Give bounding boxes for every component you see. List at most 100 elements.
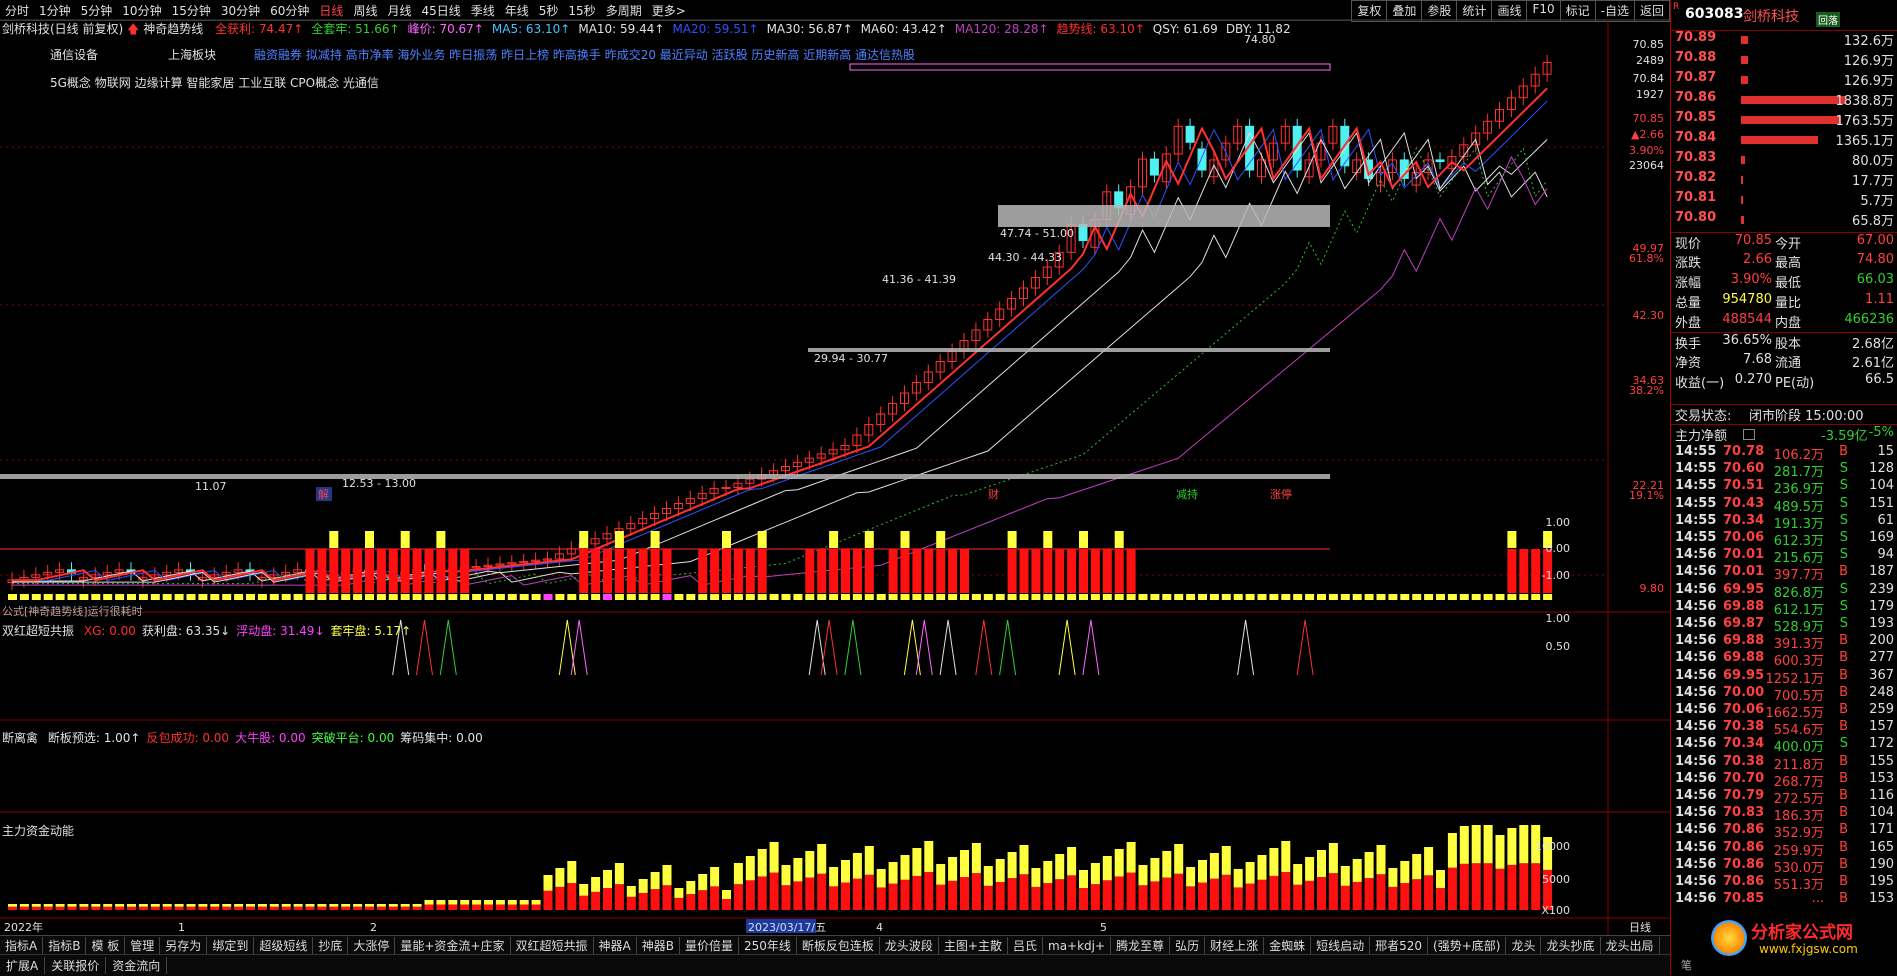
order-book-row[interactable]: 70.83 80.0万 <box>1671 150 1897 170</box>
tab-7[interactable]: 抄底 <box>313 936 349 955</box>
quote-row: 涨幅 3.90% 最低 66.03 <box>1671 272 1897 291</box>
tick-side: B <box>1839 891 1848 907</box>
tab-11[interactable]: 神器A <box>594 936 637 955</box>
tab-1[interactable]: 指标B <box>43 936 87 955</box>
tab-20[interactable]: 腾龙至尊 <box>1111 936 1171 955</box>
sub1-base-bar <box>1400 594 1410 600</box>
tick-row: 14:56 70.86 352.9万 B 171 <box>1671 822 1897 841</box>
sub1-red-bar <box>1090 549 1100 593</box>
sub1-base-bar <box>745 594 755 600</box>
sub1-base-bar <box>519 594 529 600</box>
chart-area[interactable]: 70.85 2489 70.84 1927 70.85 ▲2.66 3.90% 23064 4 9… <box>0 0 1670 935</box>
tab-3[interactable]: 管理 <box>125 936 161 955</box>
ob-price: 70.83 <box>1675 150 1717 165</box>
quote-row: 收益(一) 0.270 PE(动) 66.5 <box>1671 372 1897 391</box>
sub1-red-bar <box>888 549 898 593</box>
volume-bar-red <box>293 906 303 910</box>
volume-bar-yellow <box>507 900 517 905</box>
panel-tab-1[interactable]: 关联报价 <box>45 957 107 974</box>
tab-13[interactable]: 量价倍量 <box>680 936 739 955</box>
tick-volume: 530.0万 <box>1773 860 1824 876</box>
tab-16[interactable]: 龙头波段 <box>880 936 939 955</box>
tab-15[interactable]: 断板反包连板 <box>797 936 880 955</box>
grid-icon[interactable] <box>1743 429 1755 440</box>
order-book-row[interactable]: 70.85 1763.5万 <box>1671 110 1897 130</box>
order-book-row[interactable]: 70.86 1838.8万 <box>1671 90 1897 110</box>
tab-5[interactable]: 绑定到 <box>207 936 255 955</box>
tab-10[interactable]: 双红超短共振 <box>511 936 594 955</box>
tab-22[interactable]: 财经上涨 <box>1205 936 1265 955</box>
status-badge: 回落 <box>1816 12 1840 27</box>
tick-price: 70.34 <box>1723 512 1765 528</box>
order-book-row[interactable]: 70.81 5.7万 <box>1671 190 1897 210</box>
sub1-red-bar <box>614 549 624 593</box>
candle-body <box>1197 148 1207 171</box>
sub1-legend-item: 浮动盘: 31.49↓ <box>236 624 325 638</box>
tab-14[interactable]: 250年线 <box>739 936 797 955</box>
order-book-row[interactable]: 70.80 65.8万 <box>1671 210 1897 230</box>
tab-12[interactable]: 神器B <box>637 936 680 955</box>
sub1-title: 双红超短共振 <box>2 624 75 638</box>
volume-bar-yellow <box>198 904 208 907</box>
ma-legend-item: 全套牢: 51.66↑ <box>311 22 400 36</box>
volume-bar-red <box>376 906 386 910</box>
tab-24[interactable]: 短线启动 <box>1311 936 1371 955</box>
tab-28[interactable]: 龙头抄底 <box>1541 936 1601 955</box>
sub1-red-bar <box>722 549 731 593</box>
tick-time: 14:55 <box>1675 444 1717 459</box>
volume-bar-red <box>43 906 53 910</box>
tick-time: 14:55 <box>1675 495 1717 511</box>
order-book-row[interactable]: 70.84 1365.1万 <box>1671 130 1897 150</box>
tab-19[interactable]: ma+kdj+ <box>1043 936 1112 955</box>
order-book-row[interactable]: 70.82 17.7万 <box>1671 170 1897 190</box>
sub1-base-bar <box>460 594 470 600</box>
quote-value: 2.68亿 <box>1852 337 1894 352</box>
sub1-base-bar <box>769 594 779 600</box>
tab-21[interactable]: 弘历 <box>1170 936 1206 955</box>
tab-6[interactable]: 超级短线 <box>254 936 314 955</box>
order-book-row[interactable]: 70.89 132.6万 <box>1671 30 1897 50</box>
volume-bar-red <box>1043 883 1053 910</box>
trade-status-label: 交易状态: <box>1675 409 1732 424</box>
tab-2[interactable]: 模 板 <box>86 936 126 955</box>
tick-side: B <box>1839 770 1848 786</box>
tab-4[interactable]: 另存为 <box>160 936 208 955</box>
order-book-row[interactable]: 70.88 126.9万 <box>1671 50 1897 70</box>
volume-bar-red <box>1090 884 1100 910</box>
tab-17[interactable]: 主图+主散 <box>939 936 1008 955</box>
volume-bar-yellow <box>650 872 660 890</box>
panel-tab-0[interactable]: 扩展A <box>0 957 46 974</box>
volume-bar-red <box>757 876 767 910</box>
tick-side: S <box>1839 616 1848 631</box>
ob-volume: 65.8万 <box>1852 214 1894 229</box>
quote-row: 总量 954780 量比 1.11 <box>1671 292 1897 311</box>
tab-26[interactable]: (强势+底部) <box>1428 936 1507 955</box>
panel-tab-2[interactable]: 资金流向 <box>106 957 168 974</box>
tab-25[interactable]: 邢者520 <box>1370 936 1429 955</box>
tick-row: 14:55 70.43 489.5万 S 151 <box>1671 495 1897 515</box>
volume-bar-yellow <box>1043 861 1053 884</box>
tab-9[interactable]: 量能+资金流+庄家 <box>395 936 511 955</box>
volume-bar-yellow <box>983 866 993 886</box>
volume-bar-red <box>31 906 41 910</box>
tab-18[interactable]: 吕氏 <box>1008 936 1043 955</box>
tick-volume: 1252.1万 <box>1765 671 1825 687</box>
quote-value: 954780 <box>1722 292 1772 307</box>
volume-bar-yellow <box>91 904 101 907</box>
tab-29[interactable]: 龙头出局 <box>1601 936 1660 955</box>
tab-8[interactable]: 大涨停 <box>348 936 396 955</box>
tick-volume: 489.5万 <box>1773 499 1824 515</box>
indicator-name[interactable]: 神奇趋势线 <box>143 22 203 36</box>
tab-27[interactable]: 龙头 <box>1506 936 1542 955</box>
tick-count: 151 <box>1869 495 1894 511</box>
order-book-row[interactable]: 70.87 126.9万 <box>1671 70 1897 90</box>
sub1-base-bar <box>1079 594 1088 600</box>
volume-bar-red <box>603 888 612 910</box>
tick-volume: 528.9万 <box>1773 620 1824 635</box>
sub1-red-bar <box>757 549 767 593</box>
tick-price: 70.51 <box>1723 478 1765 494</box>
sub1-base-bar <box>507 594 517 600</box>
tab-23[interactable]: 金蜘蛛 <box>1264 936 1312 955</box>
tab-0[interactable]: 指标A <box>0 936 44 955</box>
volume-bar-red <box>484 904 493 910</box>
